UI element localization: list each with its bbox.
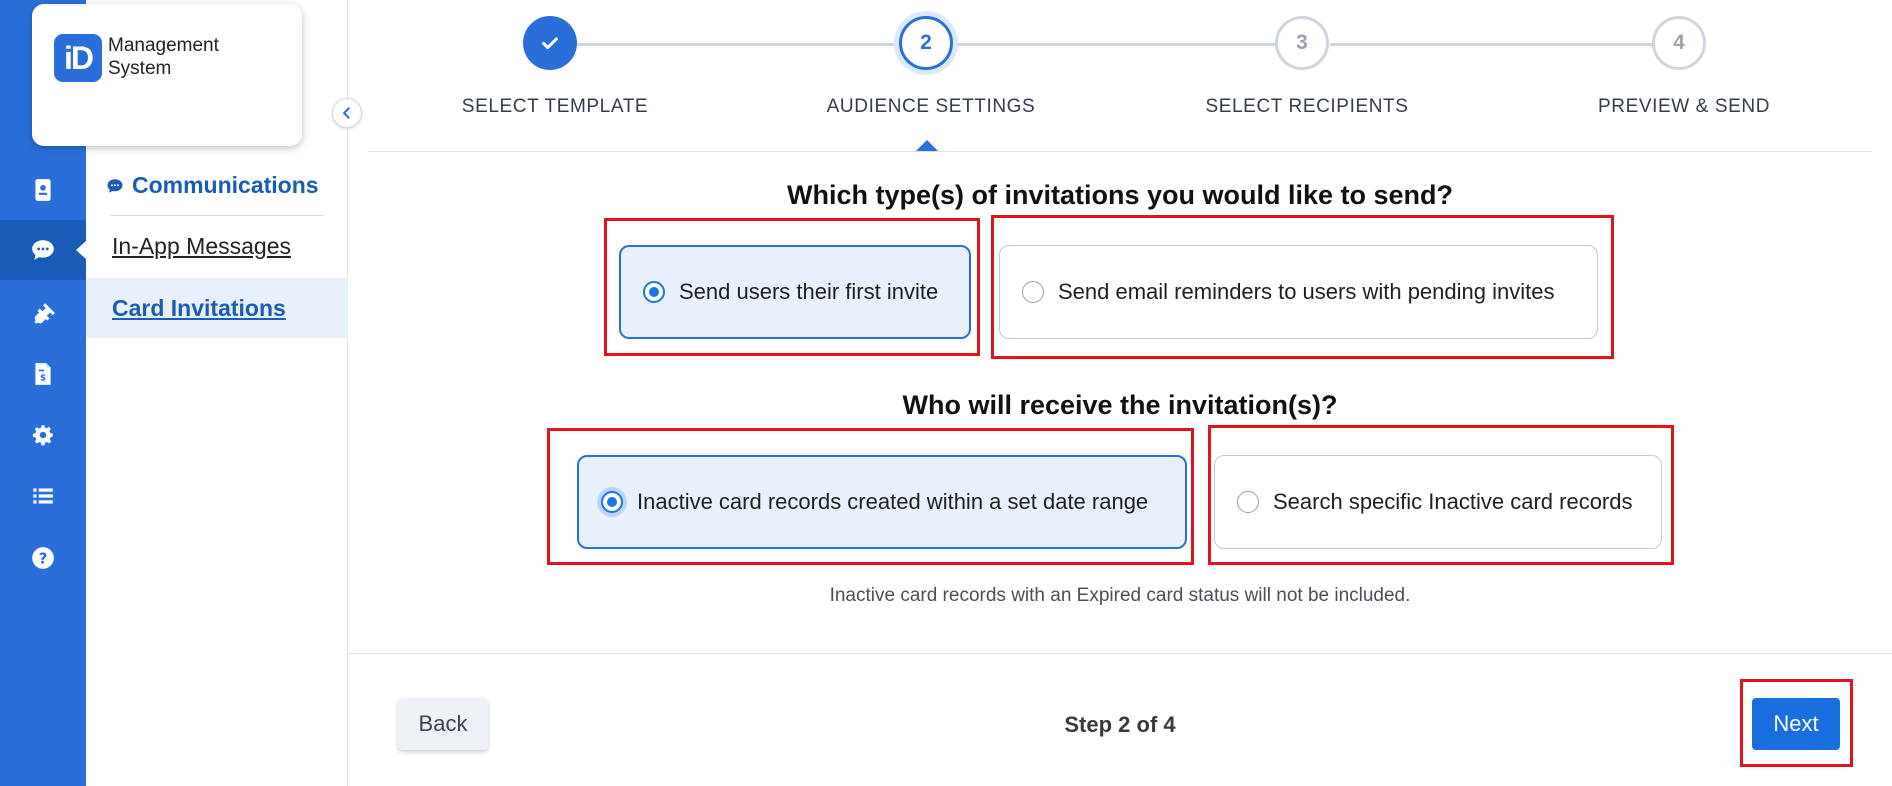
chat-bubble-icon xyxy=(107,178,123,193)
option-label: Send email reminders to users with pendi… xyxy=(1058,279,1555,304)
rail-item-communications[interactable] xyxy=(0,220,86,280)
footer-divider xyxy=(348,653,1892,654)
radio-button[interactable] xyxy=(643,281,665,303)
step-connector xyxy=(956,43,1276,46)
subnav-item-card-invitations[interactable]: Card Invitations xyxy=(86,278,348,338)
plug-icon xyxy=(34,303,55,324)
radio-button[interactable] xyxy=(1237,491,1259,513)
option-email-reminders[interactable]: Send email reminders to users with pendi… xyxy=(999,245,1598,339)
rail-item-settings[interactable] xyxy=(0,405,86,465)
step-connector xyxy=(577,43,902,46)
svg-text:$: $ xyxy=(40,374,46,384)
app: $ ? Communications In-App Messages Card … xyxy=(0,0,1892,786)
rail-item-billing[interactable]: $ xyxy=(0,344,86,404)
chevron-left-icon xyxy=(343,107,350,119)
id-card-icon xyxy=(35,179,51,201)
stepper-divider xyxy=(368,151,1872,152)
subnav-header-label: Communications xyxy=(132,172,319,198)
invitation-type-question: Which type(s) of invitations you would l… xyxy=(786,180,1454,210)
step-1-circle xyxy=(523,16,577,70)
invoice-icon: $ xyxy=(35,363,51,385)
step-counter: Step 2 of 4 xyxy=(1064,712,1176,737)
svg-text:?: ? xyxy=(39,549,48,567)
logo-badge: iD xyxy=(54,34,102,82)
step-2-circle: 2 xyxy=(899,16,953,70)
exclusion-note: Inactive card records with an Expired ca… xyxy=(829,585,1411,606)
step-2-label: AUDIENCE SETTINGS xyxy=(826,96,1036,117)
option-label: Search specific Inactive card records xyxy=(1273,489,1633,514)
subnav-header: Communications xyxy=(106,172,319,199)
recipients-question: Who will receive the invitation(s)? xyxy=(902,390,1338,420)
rail-item-reports[interactable] xyxy=(0,466,86,526)
rail-item-id-cards[interactable] xyxy=(0,160,86,220)
next-button[interactable]: Next xyxy=(1752,698,1840,750)
logo-line-1: Management xyxy=(108,35,219,56)
gear-icon xyxy=(32,425,53,446)
step-4-circle: 4 xyxy=(1652,16,1706,70)
rail-item-integrations[interactable] xyxy=(0,283,86,343)
option-first-invite[interactable]: Send users their first invite xyxy=(619,245,971,339)
step-1-label: SELECT TEMPLATE xyxy=(461,96,649,117)
chat-bubble-icon xyxy=(32,240,54,260)
step-connector xyxy=(1330,43,1655,46)
step-3-label: SELECT RECIPIENTS xyxy=(1205,96,1409,117)
option-search-records[interactable]: Search specific Inactive card records xyxy=(1214,455,1662,549)
current-step-indicator xyxy=(916,140,938,151)
step-4-label: PREVIEW & SEND xyxy=(1597,96,1771,117)
radio-button[interactable] xyxy=(1022,281,1044,303)
subnav-item-in-app-messages[interactable]: In-App Messages xyxy=(86,216,348,276)
rail-item-help[interactable]: ? xyxy=(0,528,86,588)
option-label: Inactive card records created within a s… xyxy=(637,489,1149,514)
step-3-circle: 3 xyxy=(1275,16,1329,70)
logo-card: iD Management System xyxy=(32,4,302,146)
radio-button[interactable] xyxy=(601,491,623,513)
option-date-range[interactable]: Inactive card records created within a s… xyxy=(577,455,1187,549)
logo-text: Management System xyxy=(108,34,219,80)
checkmark-icon xyxy=(542,37,558,50)
logo-line-2: System xyxy=(108,58,172,79)
help-icon: ? xyxy=(32,547,54,569)
list-icon xyxy=(33,488,53,504)
collapse-sidebar-button[interactable] xyxy=(332,98,362,128)
option-label: Send users their first invite xyxy=(679,279,939,304)
